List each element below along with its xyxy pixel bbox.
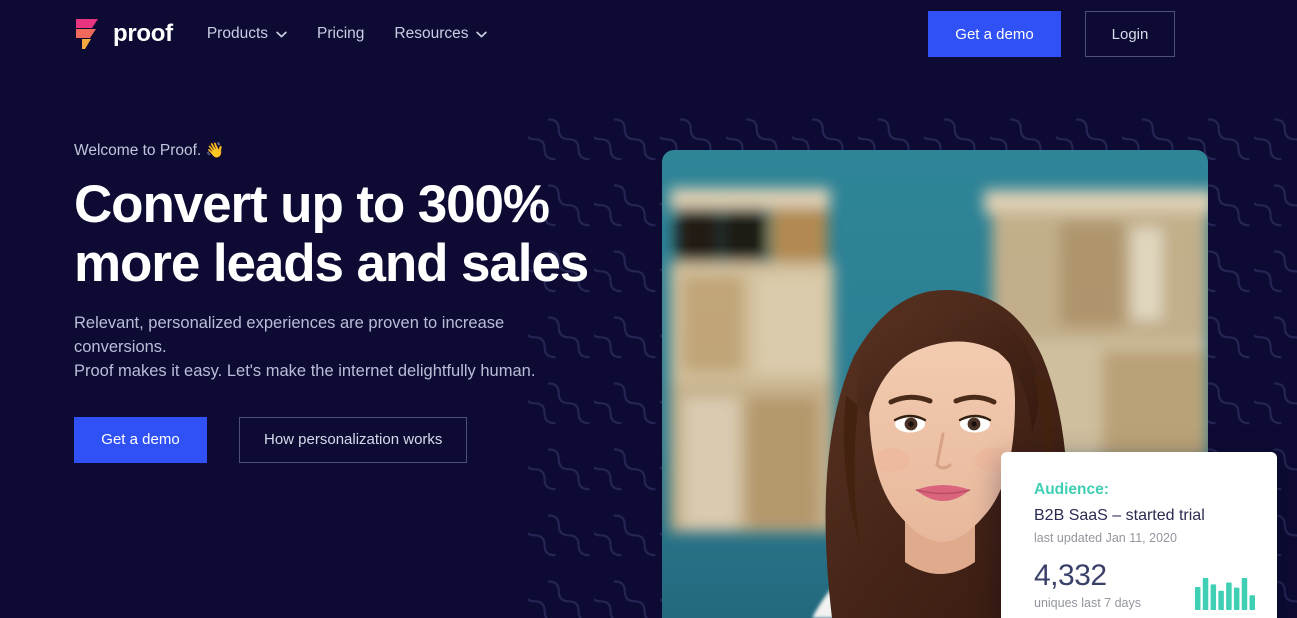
nav-item-label: Resources [394, 25, 469, 42]
sparkline-bar-chart [1195, 578, 1255, 610]
sparkline-bar [1218, 590, 1224, 610]
chevron-down-icon [476, 31, 488, 37]
nav-links-list: Products Pricing Resources [207, 25, 488, 43]
nav-item-pricing[interactable]: Pricing [317, 25, 364, 43]
hero-headline-line-2: more leads and sales [74, 233, 589, 293]
nav-actions-group: Get a demo Login [928, 11, 1175, 57]
sparkline-bar [1226, 582, 1232, 610]
chevron-down-icon [276, 31, 287, 37]
last-updated-text: last updated Jan 11, 2020 [1034, 531, 1177, 546]
get-a-demo-button-hero[interactable]: Get a demo [74, 416, 207, 463]
brand-logo-link[interactable]: proof [74, 18, 173, 50]
sparkline-bar [1195, 586, 1201, 610]
nav-item-label: Products [206, 25, 268, 42]
brand-wordmark: proof [113, 20, 173, 47]
sparkline-bar [1233, 587, 1240, 610]
waving-hand-emoji-icon: 👋 [205, 142, 225, 159]
hero-eyebrow: Welcome to Proof. 👋 [74, 142, 1297, 161]
sparkline-bar [1210, 584, 1217, 610]
hero-headline: Convert up to 300% more leads and sales [74, 175, 614, 293]
top-navigation-bar: proof Products Pricing Resources Get a d… [0, 0, 1297, 68]
nav-item-label: Pricing [317, 25, 365, 42]
hero-eyebrow-text: Welcome to Proof. [74, 142, 202, 159]
nav-item-products[interactable]: Products [207, 25, 287, 43]
hero-subheadline-line-2: Proof makes it easy. Let's make the inte… [74, 361, 536, 380]
get-a-demo-button-nav[interactable]: Get a demo [928, 11, 1061, 57]
audience-label: Audience: [1034, 481, 1109, 498]
sparkline-bar [1202, 578, 1209, 610]
hero-section: Welcome to Proof. 👋 Convert up to 300% m… [0, 68, 1297, 463]
audience-segment-value: B2B SaaS – started trial [1034, 506, 1205, 524]
audience-stat-card: Audience: B2B SaaS – started trial last … [1001, 452, 1277, 618]
how-personalization-works-button[interactable]: How personalization works [239, 416, 468, 463]
sparkline-bar [1241, 578, 1248, 610]
hero-headline-line-1: Convert up to 300% [74, 174, 550, 234]
sparkline-bar [1249, 595, 1255, 610]
page-root: proof Products Pricing Resources Get a d… [0, 0, 1297, 618]
login-button[interactable]: Login [1085, 11, 1175, 57]
proof-flag-logo-icon [76, 19, 98, 49]
hero-subheadline-line-1: Relevant, personalized experiences are p… [74, 313, 505, 356]
nav-item-resources[interactable]: Resources [394, 25, 488, 43]
hero-subheadline: Relevant, personalized experiences are p… [74, 311, 594, 383]
